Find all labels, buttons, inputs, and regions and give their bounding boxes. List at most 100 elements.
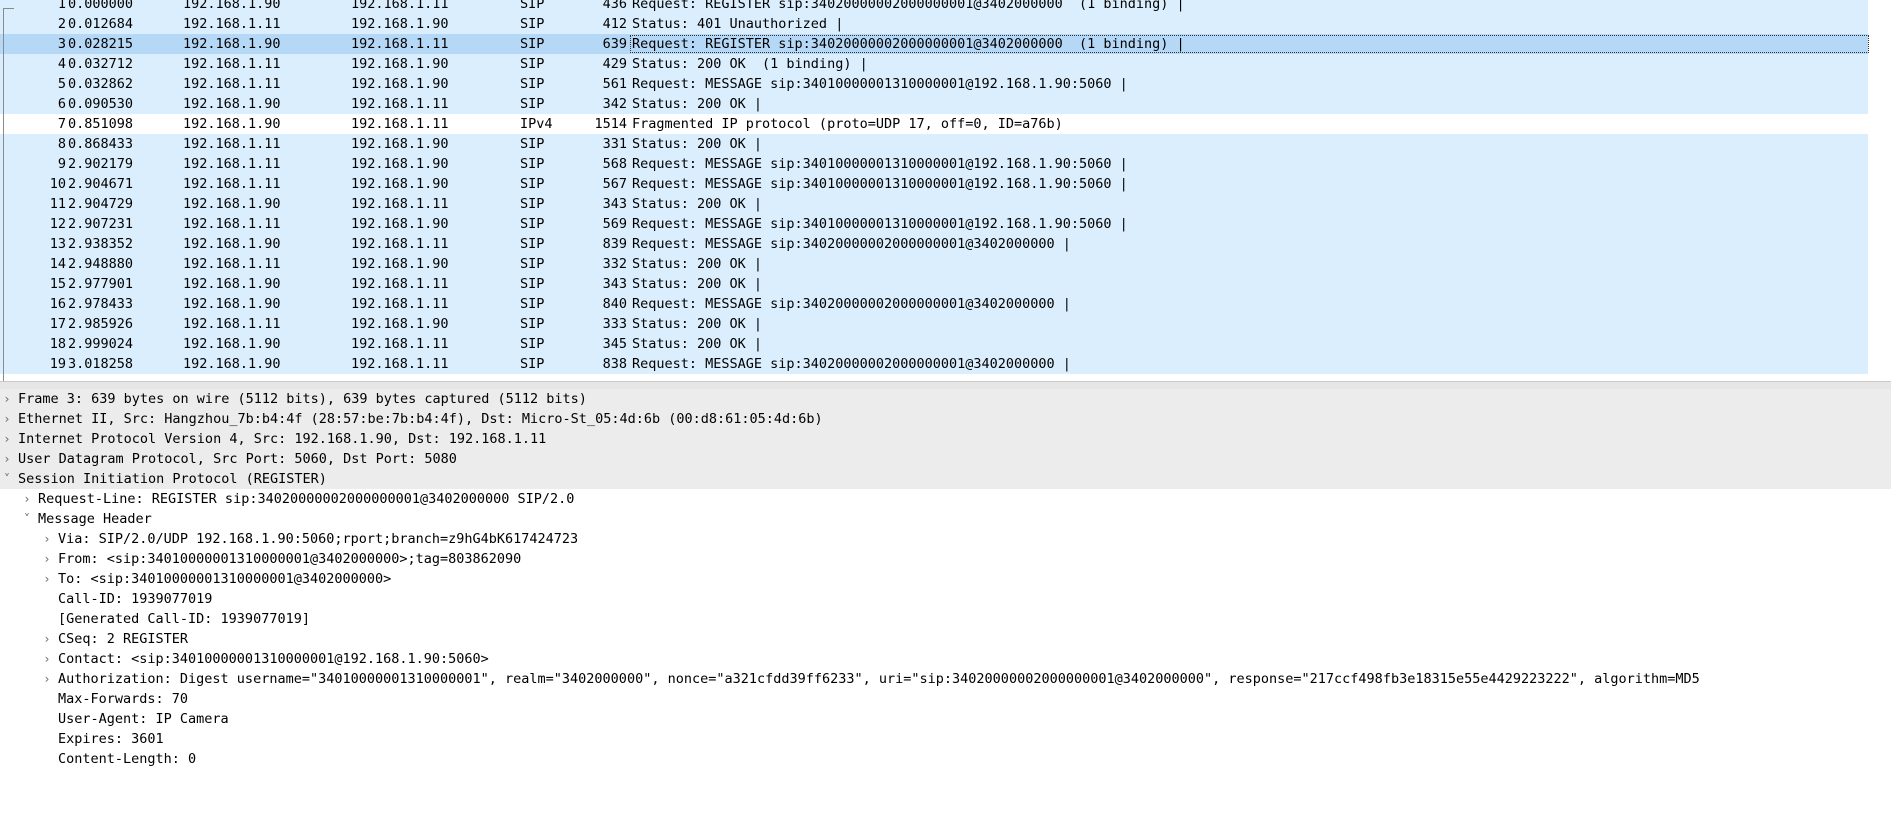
packet-list[interactable]: 1 0.000000 192.168.1.90 192.168.1.11 SIP 436 R… <box>0 0 1891 381</box>
chevron-right-icon[interactable]: › <box>40 629 54 649</box>
packet-no-cell: 2 <box>57 16 66 32</box>
detail-tree-item[interactable]: › Frame 3: 639 bytes on wire (5112 bits),… <box>0 389 1891 409</box>
packet-row[interactable]: 10 2.904671 192.168.1.11 192.168.1.90 SIP 567… <box>0 174 1868 194</box>
packet-src-cell: 192.168.1.90 <box>183 276 281 292</box>
packet-info-cell: Status: 200 OK | <box>632 336 763 352</box>
packet-src-cell: 192.168.1.90 <box>183 96 281 112</box>
chevron-down-icon[interactable]: ˅ <box>20 509 34 529</box>
packet-row[interactable]: 14 2.948880 192.168.1.11 192.168.1.90 SIP 332… <box>0 254 1868 274</box>
detail-tree-item[interactable]: › To: <sip:34010000001310000001@340200000… <box>0 569 1891 589</box>
detail-tree-item[interactable]: › Authorization: Digest username="3401000… <box>0 669 1891 689</box>
chevron-right-icon[interactable]: › <box>40 649 54 669</box>
packet-time-cell: 2.977901 <box>68 276 134 292</box>
packet-row[interactable]: 16 2.978433 192.168.1.90 192.168.1.11 SIP 840… <box>0 294 1868 314</box>
chevron-right-icon[interactable]: › <box>0 409 14 429</box>
packet-details-pane[interactable]: › Frame 3: 639 bytes on wire (5112 bits),… <box>0 389 1891 818</box>
packet-row[interactable]: 6 0.090530 192.168.1.90 192.168.1.11 SIP 342 S… <box>0 94 1868 114</box>
packet-row[interactable]: 1 0.000000 192.168.1.90 192.168.1.11 SIP 436 R… <box>0 0 1868 14</box>
packet-row[interactable]: 9 2.902179 192.168.1.11 192.168.1.90 SIP 568 R… <box>0 154 1868 174</box>
packet-time-cell: 3.018258 <box>68 356 134 372</box>
packet-row[interactable]: 7 0.851098 192.168.1.90 192.168.1.11 IPv4 151… <box>0 114 1868 134</box>
detail-tree-label: Frame 3: 639 bytes on wire (5112 bits), … <box>18 391 587 407</box>
packet-src-cell: 192.168.1.90 <box>183 36 281 52</box>
packet-len-cell: 412 <box>602 16 627 32</box>
packet-src-cell: 192.168.1.90 <box>183 236 281 252</box>
packet-info-cell: Fragmented IP protocol (proto=UDP 17, of… <box>632 116 1063 132</box>
packet-proto-cell: SIP <box>520 76 545 92</box>
packet-row[interactable]: 3 0.028215 192.168.1.90 192.168.1.11 SIP 639 R… <box>0 34 1869 54</box>
packet-row[interactable]: 8 0.868433 192.168.1.11 192.168.1.90 SIP 331 S… <box>0 134 1868 154</box>
packet-dst-cell: 192.168.1.11 <box>351 36 449 52</box>
packet-info-cell: Request: REGISTER sip:340200000020000000… <box>632 0 1185 12</box>
packet-row[interactable]: 12 2.907231 192.168.1.11 192.168.1.90 SIP 569… <box>0 214 1868 234</box>
packet-proto-cell: SIP <box>520 296 545 312</box>
packet-no-cell: 16 <box>49 296 66 312</box>
detail-tree-label: Message Header <box>38 511 152 527</box>
packet-row[interactable]: 4 0.032712 192.168.1.11 192.168.1.90 SIP 429 S… <box>0 54 1868 74</box>
detail-tree-item[interactable]: › Via: SIP/2.0/UDP 192.168.1.90:5060;rpor… <box>0 529 1891 549</box>
packet-dst-cell: 192.168.1.11 <box>351 356 449 372</box>
packet-row[interactable]: 18 2.999024 192.168.1.90 192.168.1.11 SIP 345… <box>0 334 1868 354</box>
packet-no-cell: 17 <box>49 316 66 332</box>
detail-tree-item[interactable]: [Generated Call-ID: 1939077019] <box>0 609 1891 629</box>
packet-row[interactable]: 13 2.938352 192.168.1.90 192.168.1.11 SIP 839… <box>0 234 1868 254</box>
detail-tree-item[interactable]: › User Datagram Protocol, Src Port: 5060,… <box>0 449 1891 469</box>
packet-len-cell: 345 <box>602 336 627 352</box>
detail-tree-label: [Generated Call-ID: 1939077019] <box>58 611 310 627</box>
detail-tree-item[interactable]: User-Agent: IP Camera <box>0 709 1891 729</box>
packet-info-cell: Request: MESSAGE sip:3401000000131000000… <box>632 76 1128 92</box>
packet-proto-cell: SIP <box>520 316 545 332</box>
packet-src-cell: 192.168.1.11 <box>183 136 281 152</box>
packet-info-cell: Request: MESSAGE sip:3401000000131000000… <box>632 216 1128 232</box>
packet-time-cell: 2.907231 <box>68 216 134 232</box>
detail-tree-item[interactable]: › CSeq: 2 REGISTER <box>0 629 1891 649</box>
packet-dst-cell: 192.168.1.90 <box>351 16 449 32</box>
packet-dst-cell: 192.168.1.11 <box>351 236 449 252</box>
packet-time-cell: 2.948880 <box>68 256 134 272</box>
detail-tree-item[interactable]: Call-ID: 1939077019 <box>0 589 1891 609</box>
detail-tree-item[interactable]: ˅ Message Header <box>0 509 1891 529</box>
detail-tree-label: Session Initiation Protocol (REGISTER) <box>18 471 327 487</box>
packet-dst-cell: 192.168.1.11 <box>351 0 449 12</box>
packet-no-cell: 10 <box>49 176 66 192</box>
detail-tree-item[interactable]: Content-Length: 0 <box>0 749 1891 769</box>
packet-time-cell: 2.904729 <box>68 196 134 212</box>
packet-row[interactable]: 17 2.985926 192.168.1.11 192.168.1.90 SIP 333… <box>0 314 1868 334</box>
chevron-right-icon[interactable]: › <box>20 489 34 509</box>
chevron-right-icon[interactable]: › <box>40 569 54 589</box>
packet-len-cell: 1514 <box>594 116 627 132</box>
detail-tree-item[interactable]: Expires: 3601 <box>0 729 1891 749</box>
chevron-right-icon[interactable]: › <box>0 429 14 449</box>
chevron-down-icon[interactable]: ˅ <box>0 469 14 489</box>
detail-tree-item[interactable]: › Ethernet II, Src: Hangzhou_7b:b4:4f (28… <box>0 409 1891 429</box>
packet-info-cell: Status: 200 OK | <box>632 256 763 272</box>
packet-info-cell: Status: 200 OK | <box>632 196 763 212</box>
packet-len-cell: 343 <box>602 276 627 292</box>
chevron-right-icon[interactable]: › <box>40 669 54 689</box>
packet-row[interactable]: 15 2.977901 192.168.1.90 192.168.1.11 SIP 343… <box>0 274 1868 294</box>
detail-tree-item[interactable]: ˅ Session Initiation Protocol (REGISTER) <box>0 469 1891 489</box>
packet-row[interactable]: 19 3.018258 192.168.1.90 192.168.1.11 SIP 838… <box>0 354 1868 374</box>
detail-tree-label: Call-ID: 1939077019 <box>58 591 213 607</box>
packet-row[interactable]: 2 0.012684 192.168.1.11 192.168.1.90 SIP 412 S… <box>0 14 1868 34</box>
detail-tree-item[interactable]: › From: <sip:34010000001310000001@3402000… <box>0 549 1891 569</box>
packet-row[interactable]: 11 2.904729 192.168.1.90 192.168.1.11 SIP 343… <box>0 194 1868 214</box>
detail-tree-item[interactable]: Max-Forwards: 70 <box>0 689 1891 709</box>
detail-tree-item[interactable]: › Internet Protocol Version 4, Src: 192.1… <box>0 429 1891 449</box>
packet-proto-cell: SIP <box>520 96 545 112</box>
packet-time-cell: 0.851098 <box>68 116 134 132</box>
chevron-right-icon[interactable]: › <box>40 549 54 569</box>
detail-tree-item[interactable]: › Contact: <sip:34010000001310000001@192.… <box>0 649 1891 669</box>
packet-src-cell: 192.168.1.90 <box>183 0 281 12</box>
detail-tree-label: Ethernet II, Src: Hangzhou_7b:b4:4f (28:… <box>18 411 823 427</box>
chevron-right-icon[interactable]: › <box>0 389 14 409</box>
detail-tree-label: To: <sip:34010000001310000001@3402000000… <box>58 571 392 587</box>
detail-tree-item[interactable]: › Request-Line: REGISTER sip:340200000020… <box>0 489 1891 509</box>
packet-row[interactable]: 5 0.032862 192.168.1.11 192.168.1.90 SIP 561 R… <box>0 74 1868 94</box>
packet-dst-cell: 192.168.1.90 <box>351 176 449 192</box>
packet-proto-cell: SIP <box>520 216 545 232</box>
chevron-right-icon[interactable]: › <box>0 449 14 469</box>
chevron-right-icon[interactable]: › <box>40 529 54 549</box>
packet-no-cell: 1 <box>57 0 66 12</box>
packet-len-cell: 561 <box>602 76 627 92</box>
